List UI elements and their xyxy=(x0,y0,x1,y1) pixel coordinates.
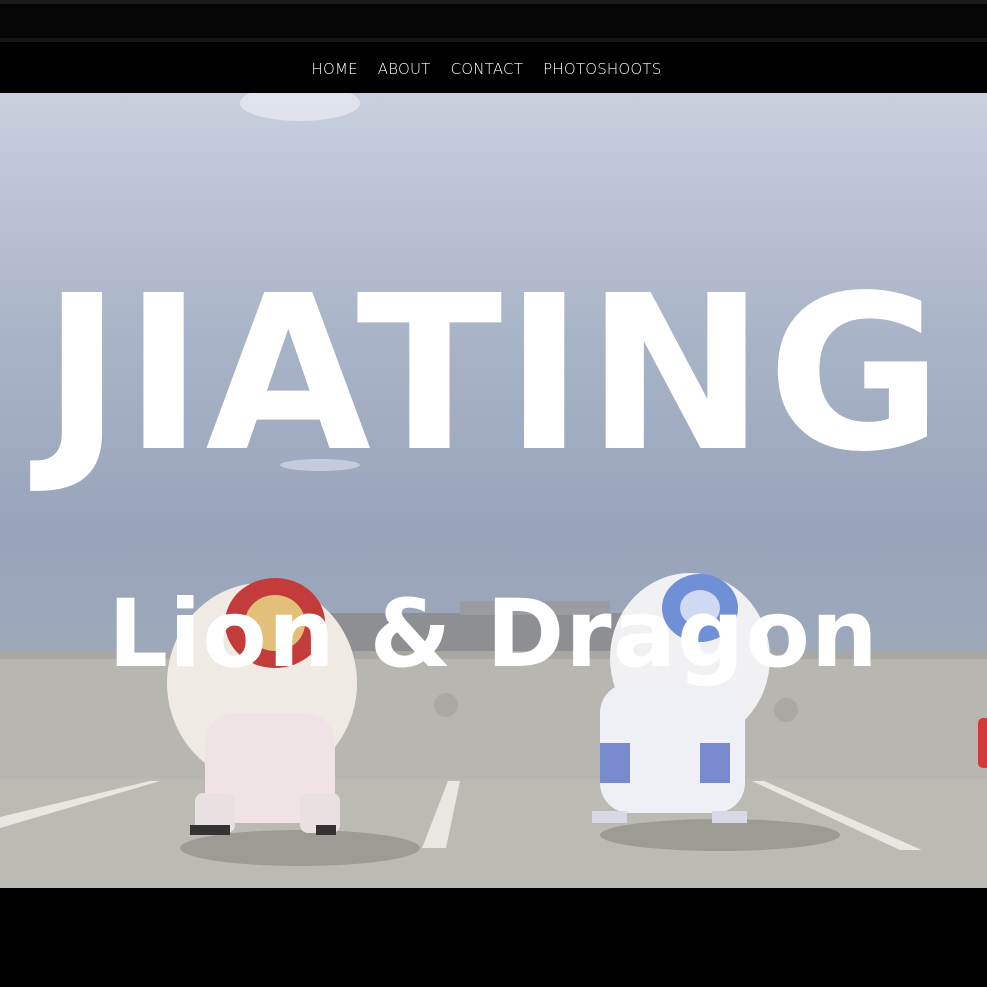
nav-link-photoshoots[interactable]: PHOTOSHOOTS xyxy=(543,60,661,78)
wall-mark xyxy=(434,693,458,717)
wall-mark xyxy=(774,698,798,722)
nav-link-contact[interactable]: CONTACT xyxy=(451,60,524,78)
nav-item-photoshoots: PHOTOSHOOTS xyxy=(543,59,661,78)
lion-shadow xyxy=(600,819,840,851)
nav-item-home: HOME xyxy=(311,59,357,78)
lion-shadow xyxy=(180,830,420,866)
nav-link-home[interactable]: HOME xyxy=(311,60,357,78)
lion-partial xyxy=(978,718,987,768)
nav-item-about: ABOUT xyxy=(378,59,431,78)
hero-subtitle: Lion & Dragon xyxy=(108,580,879,689)
hero-title: JIATING xyxy=(42,250,945,499)
nav-list: HOME ABOUT CONTACT PHOTOSHOOTS xyxy=(311,59,661,78)
hero-section: JIATING Lion & Dragon xyxy=(0,93,987,888)
nav-link-about[interactable]: ABOUT xyxy=(378,60,431,78)
browser-top-strip xyxy=(0,0,987,42)
bottom-bar xyxy=(0,888,987,987)
nav-item-contact: CONTACT xyxy=(451,59,524,78)
cloud xyxy=(240,93,360,121)
divider xyxy=(0,38,987,42)
page: HOME ABOUT CONTACT PHOTOSHOOTS JIATING L… xyxy=(0,0,987,987)
main-nav: HOME ABOUT CONTACT PHOTOSHOOTS xyxy=(0,44,987,93)
